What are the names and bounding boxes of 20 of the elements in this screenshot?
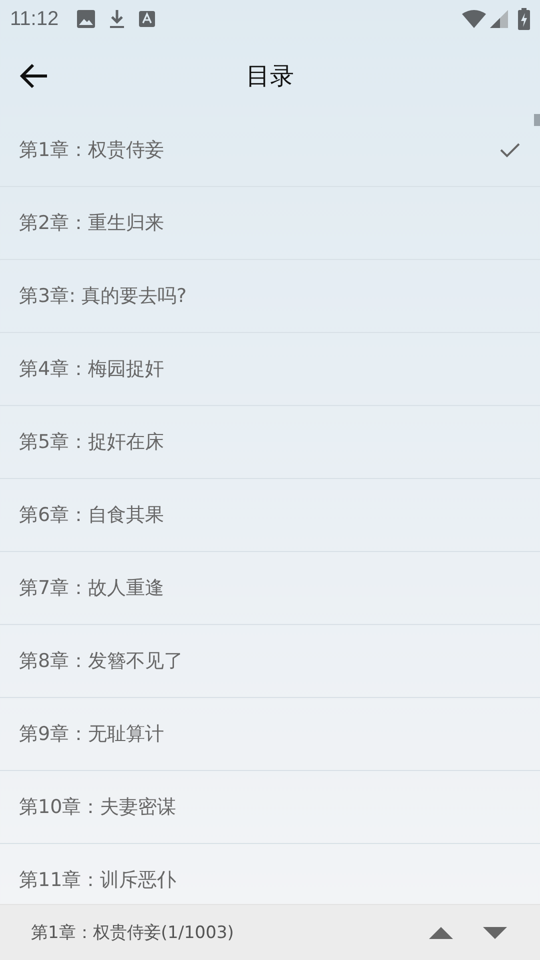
chapter-item[interactable]: 第10章：夫妻密谋	[0, 771, 540, 844]
scrollbar	[534, 114, 540, 126]
chapter-item[interactable]: 第4章：梅园捉奸	[0, 333, 540, 406]
chapter-item[interactable]: 第1章：权贵侍妾	[0, 114, 540, 187]
page-title: 目录	[246, 61, 294, 92]
signal-icon	[490, 10, 508, 28]
clock: 11:12	[10, 8, 59, 30]
chapter-item[interactable]: 第3章: 真的要去吗?	[0, 260, 540, 333]
image-icon	[76, 10, 95, 28]
chapter-item[interactable]: 第5章：捉奸在床	[0, 406, 540, 479]
chapter-item[interactable]: 第2章：重生归来	[0, 187, 540, 260]
wifi-icon	[462, 10, 486, 28]
chapter-item[interactable]: 第7章：故人重逢	[0, 552, 540, 625]
battery-icon	[518, 8, 530, 30]
chapter-item[interactable]: 第8章：发簪不见了	[0, 625, 540, 698]
chapter-item[interactable]: 第9章：无耻算计	[0, 698, 540, 771]
download-icon	[108, 9, 125, 29]
text-icon	[138, 11, 155, 27]
current-chapter: 第1章：权贵侍妾(1/1003)	[31, 922, 234, 944]
chapter-item[interactable]: 第6章：自食其果	[0, 479, 540, 552]
